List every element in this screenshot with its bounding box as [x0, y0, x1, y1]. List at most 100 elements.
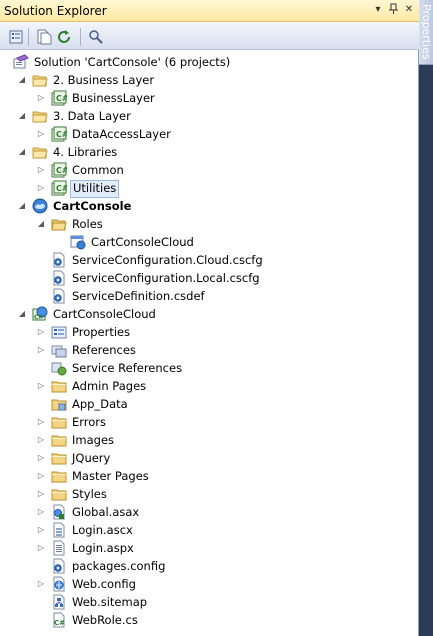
- window-position-dropdown-icon[interactable]: ▾: [371, 3, 385, 17]
- tree-item[interactable]: ServiceConfiguration.Cloud.cscfg: [0, 251, 419, 269]
- csharp-file-icon: C#: [51, 612, 67, 628]
- sitemap-file-icon: [51, 594, 67, 610]
- pin-icon[interactable]: [387, 3, 401, 17]
- tree-item-label: Service References: [72, 361, 183, 375]
- tree-item-label: Master Pages: [72, 469, 149, 483]
- tree-item-label: Errors: [72, 415, 107, 429]
- tree-item[interactable]: ▷ Login.ascx: [0, 521, 419, 539]
- tree-item[interactable]: CartConsoleCloud: [0, 233, 419, 251]
- expand-arrow-icon[interactable]: ▷: [35, 539, 47, 557]
- tree-item[interactable]: ◢ CartConsole: [0, 197, 419, 215]
- tree-item[interactable]: C# WebRole.cs: [0, 611, 419, 629]
- show-all-files-icon[interactable]: [36, 29, 52, 45]
- collapse-arrow-icon[interactable]: ◢: [16, 197, 28, 215]
- solution-folder-open-icon: [32, 108, 48, 124]
- tree-item-label: Common: [72, 163, 124, 177]
- expand-arrow-icon[interactable]: ▷: [35, 575, 47, 593]
- tree-item[interactable]: ◢ Roles: [0, 215, 419, 233]
- tree-item-label: Admin Pages: [72, 379, 147, 393]
- view-class-diagram-icon[interactable]: [88, 29, 104, 45]
- tree-item[interactable]: ▷ C# Common: [0, 161, 419, 179]
- tree-item[interactable]: ▷ Web.config: [0, 575, 419, 593]
- expand-arrow-icon[interactable]: ▷: [35, 413, 47, 431]
- service-references-icon: [51, 360, 67, 376]
- tree-item-label: Utilities: [70, 180, 120, 198]
- tree-item-label: 2. Business Layer: [53, 73, 155, 87]
- expand-arrow-icon[interactable]: ▷: [35, 485, 47, 503]
- tree-item[interactable]: packages.config: [0, 557, 419, 575]
- solution-tree[interactable]: Solution 'CartConsole' (6 projects) ◢ 2. B…: [0, 50, 419, 636]
- tree-item[interactable]: ◢ 2. Business Layer: [0, 71, 419, 89]
- folder-open-icon: [51, 216, 67, 232]
- tree-item-label: CartConsoleCloud: [53, 307, 156, 321]
- tree-item[interactable]: Solution 'CartConsole' (6 projects): [0, 53, 419, 71]
- svg-text:C#: C#: [54, 619, 65, 627]
- solution-folder-open-icon: [32, 144, 48, 160]
- side-tab-label: Properties: [420, 4, 433, 60]
- config-file-icon: [51, 558, 67, 574]
- solution-explorer-window: Solution Explorer ▾ ✕ Solution 'CartCons…: [0, 0, 419, 636]
- tree-item[interactable]: ▷ C# DataAccessLayer: [0, 125, 419, 143]
- tree-item[interactable]: ▷ References: [0, 341, 419, 359]
- tree-item[interactable]: ▷ Properties: [0, 323, 419, 341]
- folder-icon: [51, 468, 67, 484]
- tree-item[interactable]: ▷ Images: [0, 431, 419, 449]
- config-file-icon: [51, 288, 67, 304]
- expand-arrow-icon[interactable]: ▷: [35, 467, 47, 485]
- collapse-arrow-icon[interactable]: ◢: [35, 215, 47, 233]
- tree-item[interactable]: Service References: [0, 359, 419, 377]
- tree-item[interactable]: ◢ 4. Libraries: [0, 143, 419, 161]
- folder-icon: [51, 486, 67, 502]
- expand-arrow-icon[interactable]: ▷: [35, 161, 47, 179]
- tree-item-label: Roles: [72, 217, 103, 231]
- tree-item[interactable]: ◢ 3. Data Layer: [0, 107, 419, 125]
- tree-item[interactable]: Web.sitemap: [0, 593, 419, 611]
- tree-item[interactable]: ▷ Master Pages: [0, 467, 419, 485]
- tree-item[interactable]: ◢ C# CartConsoleCloud: [0, 305, 419, 323]
- tree-item[interactable]: ServiceConfiguration.Local.cscfg: [0, 269, 419, 287]
- asax-file-icon: [51, 504, 67, 520]
- tree-item[interactable]: ▷ Errors: [0, 413, 419, 431]
- title-bar[interactable]: Solution Explorer ▾ ✕: [0, 0, 419, 22]
- toolbar: [0, 22, 419, 50]
- aspx-file-icon: [51, 540, 67, 556]
- collapse-arrow-icon[interactable]: ◢: [16, 305, 28, 323]
- tree-item[interactable]: ▷ Global.asax: [0, 503, 419, 521]
- config-file-icon: [51, 252, 67, 268]
- tree-item-label: Images: [72, 433, 115, 447]
- tree-item[interactable]: App_Data: [0, 395, 419, 413]
- properties-side-tab[interactable]: Properties: [419, 0, 433, 65]
- web-config-icon: [51, 576, 67, 592]
- tree-item[interactable]: ▷ JQuery: [0, 449, 419, 467]
- collapse-arrow-icon[interactable]: ◢: [16, 71, 28, 89]
- tree-item-label: Solution 'CartConsole' (6 projects): [34, 55, 231, 69]
- solution-icon: [13, 54, 29, 70]
- folder-icon: [51, 414, 67, 430]
- expand-arrow-icon[interactable]: ▷: [35, 449, 47, 467]
- expand-arrow-icon[interactable]: ▷: [35, 125, 47, 143]
- csharp-project-icon: C#: [51, 162, 69, 178]
- svg-text:C#: C#: [56, 184, 67, 193]
- close-icon[interactable]: ✕: [402, 3, 416, 17]
- tree-item[interactable]: ▷ Admin Pages: [0, 377, 419, 395]
- expand-arrow-icon[interactable]: ▷: [35, 323, 47, 341]
- tree-item-label: CartConsole: [53, 199, 132, 213]
- expand-arrow-icon[interactable]: ▷: [35, 431, 47, 449]
- expand-arrow-icon[interactable]: ▷: [35, 503, 47, 521]
- expand-arrow-icon[interactable]: ▷: [35, 179, 47, 197]
- tree-item[interactable]: ▷ C# BusinessLayer: [0, 89, 419, 107]
- expand-arrow-icon[interactable]: ▷: [35, 341, 47, 359]
- tree-item[interactable]: ▷ Styles: [0, 485, 419, 503]
- collapse-arrow-icon[interactable]: ◢: [16, 107, 28, 125]
- tree-item[interactable]: ▷ Login.aspx: [0, 539, 419, 557]
- tree-item[interactable]: ▷ C#Utilities: [0, 179, 419, 198]
- collapse-arrow-icon[interactable]: ◢: [16, 143, 28, 161]
- properties-icon[interactable]: [8, 29, 24, 45]
- folder-icon: [51, 450, 67, 466]
- expand-arrow-icon[interactable]: ▷: [35, 377, 47, 395]
- expand-arrow-icon[interactable]: ▷: [35, 521, 47, 539]
- tree-item-label: JQuery: [72, 451, 111, 465]
- expand-arrow-icon[interactable]: ▷: [35, 89, 47, 107]
- refresh-icon[interactable]: [56, 29, 72, 45]
- tree-item[interactable]: ServiceDefinition.csdef: [0, 287, 419, 305]
